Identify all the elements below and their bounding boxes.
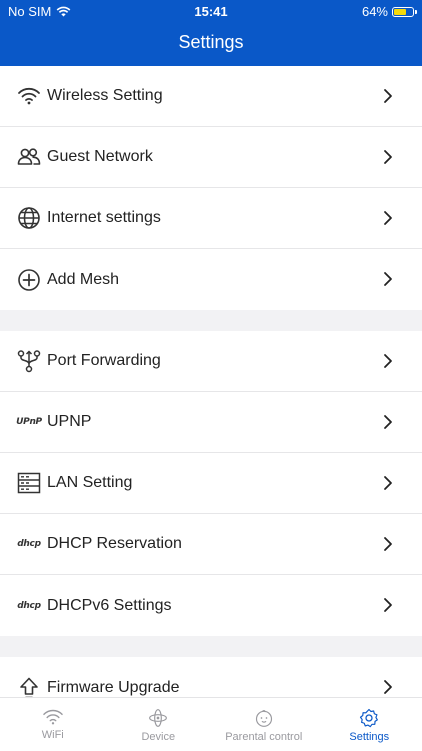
chevron-right-icon: [382, 210, 394, 226]
settings-item-lan[interactable]: LAN Setting: [0, 453, 422, 514]
settings-item-internet[interactable]: Internet settings: [0, 188, 422, 249]
tab-parental-control[interactable]: Parental control: [211, 698, 317, 751]
settings-list: Wireless Setting Guest Network: [0, 66, 422, 718]
header-bar: No SIM 15:41 64% Settings: [0, 0, 422, 66]
settings-item-label: Internet settings: [47, 209, 161, 227]
battery-icon: [392, 7, 414, 17]
port-forwarding-icon: [17, 349, 41, 373]
tab-label: Device: [141, 731, 175, 743]
settings-item-port-forwarding[interactable]: Port Forwarding: [0, 331, 422, 392]
globe-icon: [17, 206, 41, 230]
dhcpv6-icon-text: dhcp: [17, 601, 40, 611]
upload-arrow-icon: [17, 676, 41, 700]
settings-item-label: Add Mesh: [47, 271, 119, 289]
settings-group: Wireless Setting Guest Network: [0, 66, 422, 310]
chevron-right-icon: [382, 679, 394, 695]
settings-item-label: Firmware Upgrade: [47, 679, 179, 697]
chevron-right-icon: [382, 271, 394, 287]
dhcp-icon: dhcp: [17, 532, 41, 556]
chevron-right-icon: [382, 88, 394, 104]
settings-item-label: UPNP: [47, 413, 91, 431]
atom-icon: [147, 708, 169, 728]
child-face-icon: [253, 708, 275, 728]
page-title: Settings: [0, 32, 422, 53]
dhcp-icon-text: dhcp: [17, 539, 40, 549]
group-separator: [0, 636, 422, 657]
battery-level: [394, 9, 406, 15]
chevron-right-icon: [382, 597, 394, 613]
chevron-right-icon: [382, 414, 394, 430]
tab-settings[interactable]: Settings: [317, 698, 422, 751]
chevron-right-icon: [382, 475, 394, 491]
status-time: 15:41: [0, 4, 422, 19]
settings-item-dhcp-reservation[interactable]: dhcp DHCP Reservation: [0, 514, 422, 575]
tab-label: WiFi: [42, 729, 64, 741]
chevron-right-icon: [382, 536, 394, 552]
settings-item-label: Wireless Setting: [47, 87, 163, 105]
settings-group: Port Forwarding UPnP UPNP LAN Setting: [0, 331, 422, 636]
settings-item-add-mesh[interactable]: Add Mesh: [0, 249, 422, 310]
tab-label: Settings: [349, 731, 389, 743]
tab-bar: WiFi Device Parental control Settings: [0, 697, 422, 751]
settings-item-dhcpv6[interactable]: dhcp DHCPv6 Settings: [0, 575, 422, 636]
chevron-right-icon: [382, 353, 394, 369]
settings-item-upnp[interactable]: UPnP UPNP: [0, 392, 422, 453]
settings-item-label: DHCPv6 Settings: [47, 597, 172, 615]
wifi-icon: [42, 708, 64, 726]
wifi-icon: [17, 84, 41, 108]
chevron-right-icon: [382, 149, 394, 165]
settings-item-guest-network[interactable]: Guest Network: [0, 127, 422, 188]
gear-icon: [358, 708, 380, 728]
dhcpv6-icon: dhcp: [17, 594, 41, 618]
users-icon: [17, 145, 41, 169]
settings-item-label: LAN Setting: [47, 474, 132, 492]
tab-label: Parental control: [225, 731, 302, 743]
plus-circle-icon: [17, 268, 41, 292]
settings-item-label: Guest Network: [47, 148, 153, 166]
settings-item-wireless[interactable]: Wireless Setting: [0, 66, 422, 127]
tab-device[interactable]: Device: [106, 698, 212, 751]
status-right: 64%: [362, 4, 414, 19]
tab-wifi[interactable]: WiFi: [0, 698, 106, 751]
settings-item-label: DHCP Reservation: [47, 535, 182, 553]
upnp-icon-text: UPnP: [16, 417, 42, 427]
status-bar: No SIM 15:41 64%: [0, 0, 422, 22]
group-separator: [0, 310, 422, 331]
upnp-icon: UPnP: [17, 410, 41, 434]
battery-percent: 64%: [362, 4, 388, 19]
settings-item-label: Port Forwarding: [47, 352, 161, 370]
lan-server-icon: [17, 471, 41, 495]
